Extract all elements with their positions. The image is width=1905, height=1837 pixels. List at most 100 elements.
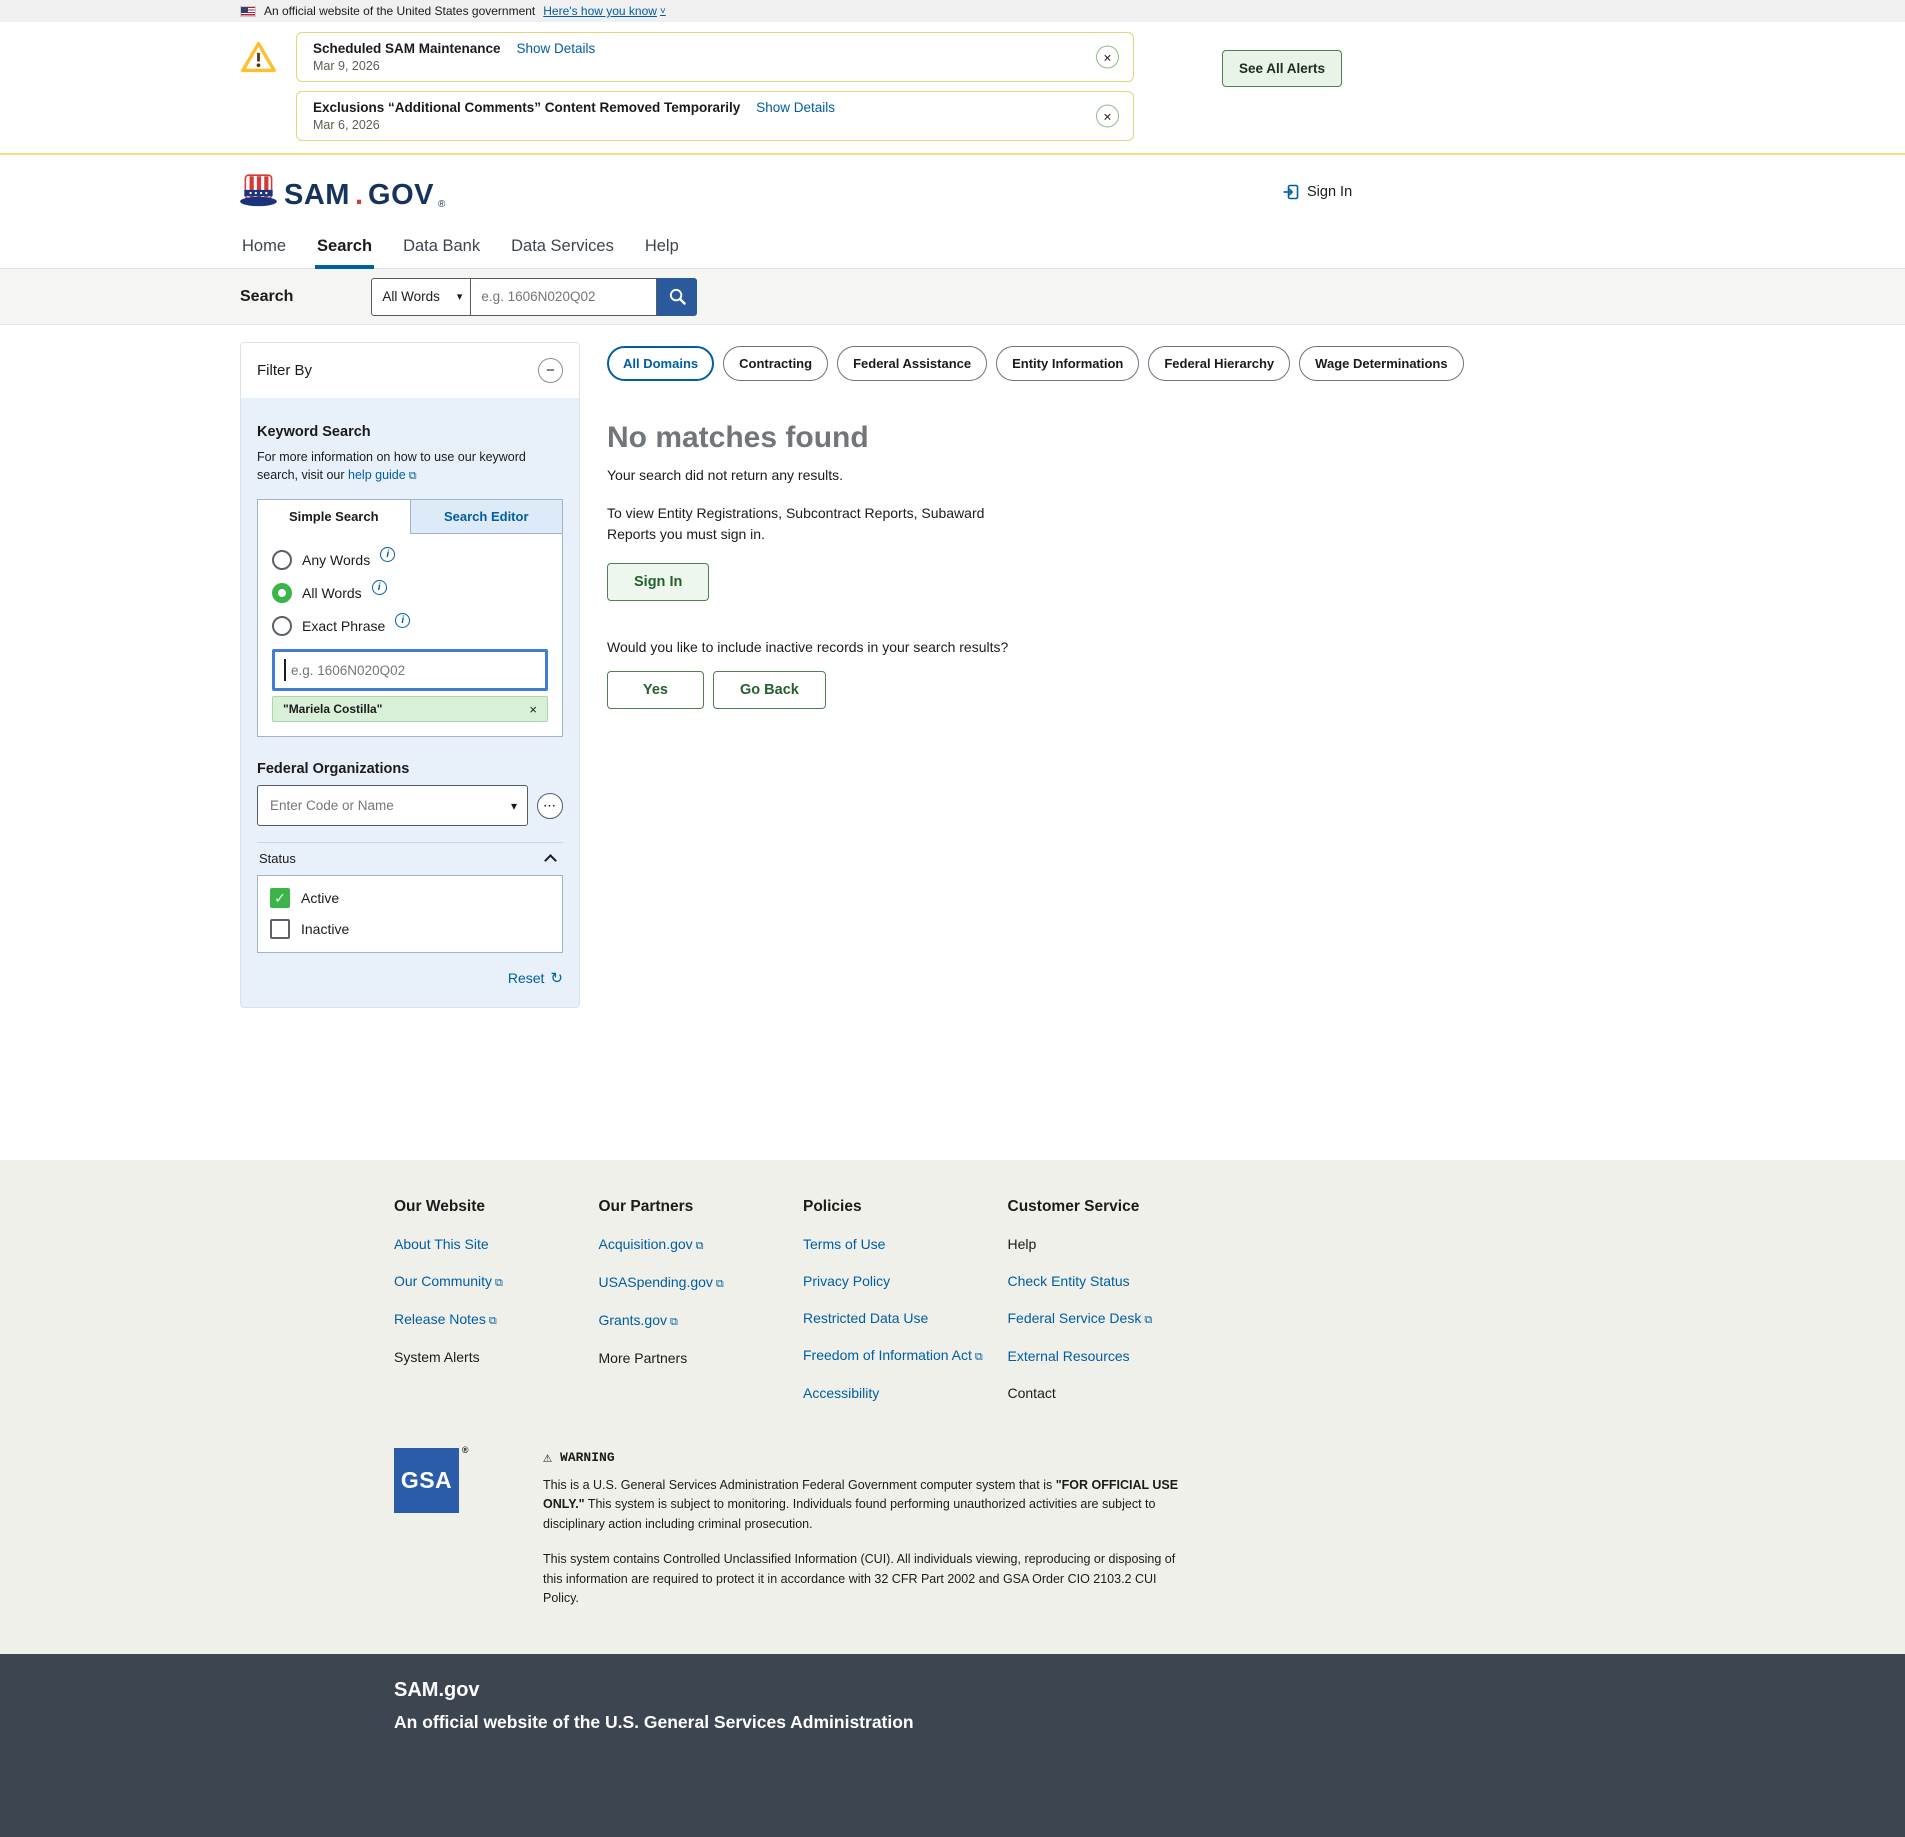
minus-icon: −: [546, 363, 555, 378]
footer-link-our-community[interactable]: Our Community⧉: [394, 1273, 599, 1290]
keyword-search-title: Keyword Search: [257, 424, 563, 440]
close-icon: ×: [529, 702, 537, 717]
checkbox-checked: ✓: [270, 888, 290, 908]
footer-link-grants-gov[interactable]: Grants.gov⧉: [599, 1312, 804, 1329]
footer-link-usaspending-gov[interactable]: USASpending.gov⧉: [599, 1274, 804, 1291]
logo-registered-mark: ®: [438, 199, 445, 210]
collapse-filters-button[interactable]: −: [538, 358, 563, 383]
footer-link-privacy-policy[interactable]: Privacy Policy: [803, 1273, 1008, 1289]
checkbox-unchecked: [270, 919, 290, 939]
alert-title: Exclusions “Additional Comments” Content…: [313, 100, 740, 115]
pill-entity-information[interactable]: Entity Information: [996, 346, 1139, 381]
logo-dot: .: [355, 181, 363, 210]
chip-remove-button[interactable]: ×: [529, 703, 537, 716]
pill-federal-assistance[interactable]: Federal Assistance: [837, 346, 987, 381]
external-link-icon: ⧉: [489, 1315, 497, 1327]
alert-close-button[interactable]: ×: [1096, 105, 1119, 128]
footer-link-acquisition-gov[interactable]: Acquisition.gov⧉: [599, 1236, 804, 1253]
alert-exclusions: Exclusions “Additional Comments” Content…: [296, 91, 1134, 141]
keyword-search-input[interactable]: [272, 649, 548, 691]
footer-link-check-entity-status[interactable]: Check Entity Status: [1008, 1273, 1213, 1289]
help-guide-link[interactable]: help guide⧉: [348, 468, 417, 482]
footer-link-help[interactable]: Help: [1008, 1236, 1213, 1252]
go-back-button[interactable]: Go Back: [713, 671, 826, 709]
text-cursor: [284, 659, 286, 681]
nav-item-search[interactable]: Search: [315, 229, 374, 268]
uncle-sam-hat-icon: [238, 174, 280, 210]
chevron-down-icon: ˅: [660, 6, 666, 17]
ellipsis-icon: ⋯: [543, 798, 557, 814]
tab-search-editor[interactable]: Search Editor: [411, 499, 564, 534]
no-results-text: Your search did not return any results.: [607, 467, 1307, 483]
primary-nav: Home Search Data Bank Data Services Help: [0, 229, 1905, 269]
pill-all-domains[interactable]: All Domains: [607, 346, 714, 381]
reset-filters-button[interactable]: Reset ↻: [257, 969, 563, 987]
alert-close-button[interactable]: ×: [1096, 46, 1119, 69]
checkbox-active[interactable]: ✓ Active: [270, 888, 550, 908]
filter-panel: Filter By − Keyword Search For more info…: [240, 342, 580, 1008]
footer-link-accessibility[interactable]: Accessibility: [803, 1385, 1008, 1401]
check-icon: ✓: [274, 890, 286, 907]
external-link-icon: ⧉: [1144, 1314, 1152, 1326]
footer-link-terms-of-use[interactable]: Terms of Use: [803, 1236, 1008, 1252]
pill-wage-determinations[interactable]: Wage Determinations: [1299, 346, 1463, 381]
show-details-link[interactable]: Show Details: [516, 41, 595, 56]
registered-mark: ®: [462, 1445, 469, 1455]
gsa-logo: GSA ®: [394, 1448, 459, 1513]
sam-gov-logo[interactable]: SAM.GOV®: [238, 174, 445, 210]
status-section-header[interactable]: Status: [257, 842, 563, 875]
footer-link-system-alerts[interactable]: System Alerts: [394, 1349, 599, 1365]
footer-link-more-partners[interactable]: More Partners: [599, 1350, 804, 1366]
alert-date: Mar 9, 2026: [313, 59, 1085, 73]
radio-exact-phrase[interactable]: Exact Phrase i: [272, 616, 548, 636]
footer-link-about-this-site[interactable]: About This Site: [394, 1236, 599, 1252]
system-alerts-section: Scheduled SAM Maintenance Show Details M…: [0, 22, 1905, 155]
warning-paragraph-1: This is a U.S. General Services Administ…: [543, 1476, 1193, 1534]
show-details-link[interactable]: Show Details: [756, 100, 835, 115]
checkbox-inactive[interactable]: Inactive: [270, 919, 550, 939]
footer-col-our-partners: Our Partners Acquisition.gov⧉ USASpendin…: [599, 1198, 804, 1422]
footer-link-foia[interactable]: Freedom of Information Act⧉: [803, 1347, 1008, 1364]
yes-button[interactable]: Yes: [607, 671, 704, 709]
nav-item-help[interactable]: Help: [643, 229, 681, 268]
external-link-icon: ⧉: [670, 1316, 678, 1328]
nav-item-data-services[interactable]: Data Services: [509, 229, 616, 268]
see-all-alerts-button[interactable]: See All Alerts: [1222, 50, 1342, 87]
radio-all-words[interactable]: All Words i: [272, 583, 548, 603]
external-link-icon: ⧉: [495, 1277, 503, 1289]
dark-footer-title: SAM.gov: [394, 1679, 1905, 1702]
keyword-chip: "Mariela Costilla" ×: [272, 696, 548, 722]
footer-link-release-notes[interactable]: Release Notes⧉: [394, 1311, 599, 1328]
nav-item-home[interactable]: Home: [240, 229, 288, 268]
usa-gov-banner: An official website of the United States…: [0, 0, 1905, 22]
external-link-icon: ⧉: [716, 1278, 724, 1290]
radio-any-words[interactable]: Any Words i: [272, 550, 548, 570]
search-submit-button[interactable]: [657, 278, 697, 316]
pill-contracting[interactable]: Contracting: [723, 346, 828, 381]
search-type-select[interactable]: All Words ▾: [371, 278, 471, 316]
footer-link-contact[interactable]: Contact: [1008, 1385, 1213, 1401]
alert-row: Scheduled SAM Maintenance Show Details M…: [240, 32, 1905, 82]
close-icon: ×: [1103, 109, 1111, 123]
search-input[interactable]: [471, 278, 657, 316]
footer-link-federal-service-desk[interactable]: Federal Service Desk⧉: [1008, 1310, 1213, 1327]
caret-down-icon: ▾: [511, 799, 517, 813]
sign-in-button[interactable]: Sign In: [607, 563, 709, 601]
nav-item-data-bank[interactable]: Data Bank: [401, 229, 482, 268]
footer-link-restricted-data-use[interactable]: Restricted Data Use: [803, 1310, 1008, 1326]
info-icon[interactable]: i: [395, 613, 410, 628]
federal-organizations-combobox[interactable]: Enter Code or Name ▾: [257, 785, 528, 826]
footer-link-external-resources[interactable]: External Resources: [1008, 1348, 1213, 1364]
heres-how-you-know-link[interactable]: Here's how you know ˅: [543, 4, 666, 18]
dark-footer-subtitle: An official website of the U.S. General …: [394, 1712, 1905, 1733]
inactive-records-question: Would you like to include inactive recor…: [607, 639, 1307, 655]
warning-triangle-icon: [240, 39, 277, 76]
dark-footer: SAM.gov An official website of the U.S. …: [0, 1654, 1905, 1837]
footer-col-policies: Policies Terms of Use Privacy Policy Res…: [803, 1198, 1008, 1422]
sign-in-link[interactable]: Sign In: [1282, 183, 1352, 201]
info-icon[interactable]: i: [380, 547, 395, 562]
info-icon[interactable]: i: [372, 580, 387, 595]
tab-simple-search[interactable]: Simple Search: [257, 499, 411, 534]
pill-federal-hierarchy[interactable]: Federal Hierarchy: [1148, 346, 1290, 381]
org-more-options-button[interactable]: ⋯: [537, 793, 563, 819]
